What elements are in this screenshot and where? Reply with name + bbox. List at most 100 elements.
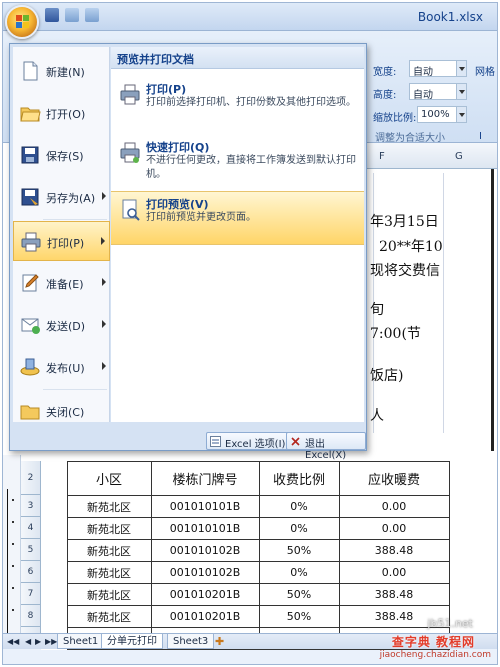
watermark-brand: 查字典 教程网 — [391, 635, 475, 649]
submenu-arrow-icon — [102, 362, 106, 370]
send-icon — [21, 318, 40, 334]
menu-item-close[interactable]: 关闭(C) — [13, 391, 110, 431]
new-document-icon — [23, 61, 38, 81]
office-button[interactable] — [5, 5, 39, 39]
table-cell[interactable]: 001010101B — [150, 495, 260, 518]
table-cell[interactable]: 001010101B — [150, 517, 260, 540]
table-cell[interactable]: 0.00 — [338, 517, 450, 540]
table-cell[interactable]: 0.00 — [338, 495, 450, 518]
table-row: 新苑北区 001010102B 50% 388.48 — [41, 539, 450, 562]
outline-dot — [12, 565, 14, 567]
header-cell[interactable]: 应收暖费 — [338, 461, 450, 496]
row-header[interactable]: 8 — [21, 605, 41, 627]
header-cell[interactable]: 小区 — [66, 461, 152, 496]
header-cell[interactable]: 楼栋门牌号 — [150, 461, 260, 496]
row-header[interactable]: 2 — [21, 461, 41, 495]
table-cell[interactable]: 0% — [258, 561, 340, 584]
sheet-tab[interactable]: Sheet3 — [167, 634, 215, 649]
menu-item-open[interactable]: 打开(O) — [13, 93, 110, 133]
redo-qat-icon[interactable] — [85, 8, 99, 22]
table-cell[interactable]: 0% — [258, 495, 340, 518]
table-cell[interactable]: 0% — [258, 517, 340, 540]
height-combo[interactable]: 自动 — [409, 83, 467, 101]
menu-item-prepare[interactable]: 准备(E) — [13, 263, 110, 303]
sheet-tab[interactable]: Sheet1 — [57, 634, 105, 649]
row-header[interactable]: 6 — [21, 561, 41, 583]
insert-sheet-icon[interactable]: ✚ — [215, 635, 224, 648]
column-header-g[interactable]: G — [455, 151, 463, 162]
menu-item-print[interactable]: 打印(P) — [13, 221, 110, 261]
menu-item-publish[interactable]: 发布(U) — [13, 347, 110, 387]
table-cell[interactable]: 新苑北区 — [66, 561, 152, 584]
office-logo-icon — [16, 15, 29, 29]
close-icon — [291, 437, 300, 446]
menu-item-save[interactable]: 保存(S) — [13, 135, 110, 175]
submenu-option-desc: 打印前预览并更改页面。 — [146, 212, 256, 223]
save-disk-icon — [21, 146, 39, 164]
sheet-tab-active[interactable]: 分单元打印 — [101, 634, 163, 649]
scale-spinner[interactable]: 100% — [417, 106, 467, 123]
table-cell[interactable]: 新苑北区 — [66, 583, 152, 606]
scale-label: 缩放比例: — [373, 113, 417, 124]
submenu-arrow-icon — [102, 278, 106, 286]
outline-dot — [12, 499, 14, 501]
header-cell[interactable]: 收费比例 — [258, 461, 340, 496]
menu-item-label: 保存(S) — [46, 150, 84, 163]
next-sheet-icon[interactable]: ▶ — [35, 637, 41, 646]
height-label: 高度: — [373, 90, 397, 101]
doc-line: 人 — [370, 408, 384, 424]
menu-item-send[interactable]: 发送(D) — [13, 305, 110, 345]
chevron-down-icon — [456, 84, 466, 99]
submenu-option-desc: 不进行任何更改，直接将工作簿发送到默认打印机。 — [146, 155, 356, 180]
menu-item-label: 另存为(A) — [46, 192, 96, 205]
table-cell[interactable]: 001010201B — [150, 605, 260, 628]
table-cell[interactable]: 新苑北区 — [66, 517, 152, 540]
first-sheet-icon[interactable]: ◀◀ — [7, 637, 19, 646]
exit-excel-label: 退出 Excel(X) — [305, 439, 347, 461]
table-cell[interactable]: 新苑北区 — [66, 495, 152, 518]
open-folder-icon — [20, 107, 41, 122]
last-sheet-icon[interactable]: ▶▶ — [45, 637, 57, 646]
menu-item-label: 打印(P) — [47, 237, 85, 250]
table-cell[interactable]: 388.48 — [338, 539, 450, 562]
fee-table: 小区 楼栋门牌号 收费比例 应收暖费 新苑北区 001010101B 0% 0.… — [41, 461, 450, 650]
prev-sheet-icon[interactable]: ◀ — [25, 637, 31, 646]
row-header[interactable]: 3 — [21, 495, 41, 517]
table-row: 新苑北区 001010101B 0% 0.00 — [41, 517, 450, 540]
save-qat-icon[interactable] — [45, 8, 59, 22]
column-header-f[interactable]: F — [379, 151, 385, 162]
width-value: 自动 — [413, 67, 433, 78]
page-border — [491, 169, 494, 451]
table-cell[interactable]: 388.48 — [338, 583, 450, 606]
table-cell[interactable]: 50% — [258, 583, 340, 606]
table-cell[interactable]: 50% — [258, 539, 340, 562]
undo-qat-icon[interactable] — [65, 8, 79, 22]
excel-options-button[interactable]: Excel 选项(I) — [206, 432, 291, 450]
menu-item-save-as[interactable]: 另存为(A) — [13, 177, 110, 217]
table-cell[interactable]: 001010102B — [150, 539, 260, 562]
row-header[interactable]: 7 — [21, 583, 41, 605]
submenu-quick-print[interactable]: 快速打印(Q) 不进行任何更改，直接将工作簿发送到默认打印机。 — [111, 135, 364, 189]
table-cell[interactable]: 0.00 — [338, 561, 450, 584]
submenu-print[interactable]: 打印(P) 打印前选择打印机、打印份数及其他打印选项。 — [111, 77, 364, 117]
exit-excel-button[interactable]: 退出 Excel(X) — [286, 432, 366, 461]
width-combo[interactable]: 自动 — [409, 60, 467, 78]
table-cell[interactable]: 001010102B — [150, 561, 260, 584]
menu-item-label: 打开(O) — [46, 108, 86, 121]
table-cell[interactable]: 新苑北区 — [66, 605, 152, 628]
ribbon-group-label: 调整为合适大小 — [375, 133, 445, 144]
outline-dot — [12, 609, 14, 611]
menu-item-new[interactable]: 新建(N) — [13, 51, 110, 91]
row-header[interactable]: 4 — [21, 517, 41, 539]
table-cell[interactable]: 新苑北区 — [66, 539, 152, 562]
doc-line: 年3月15日 — [370, 214, 439, 230]
table-cell[interactable]: 001010201B — [150, 583, 260, 606]
submenu-arrow-icon — [102, 192, 106, 200]
table-cell[interactable]: 50% — [258, 605, 340, 628]
office-menu-commands: 新建(N) 打开(O) 保存(S) 另存为(A) 打印(P) 准备(E) 发送(… — [13, 47, 110, 422]
row-header[interactable]: 5 — [21, 539, 41, 561]
submenu-print-preview[interactable]: 打印预览(V) 打印前预览并更改页面。 — [111, 191, 364, 245]
doc-line: 现将交费信 — [370, 263, 440, 279]
doc-line: 20**年10 — [379, 239, 443, 255]
gridlines-group-label: 网格 — [475, 67, 495, 78]
